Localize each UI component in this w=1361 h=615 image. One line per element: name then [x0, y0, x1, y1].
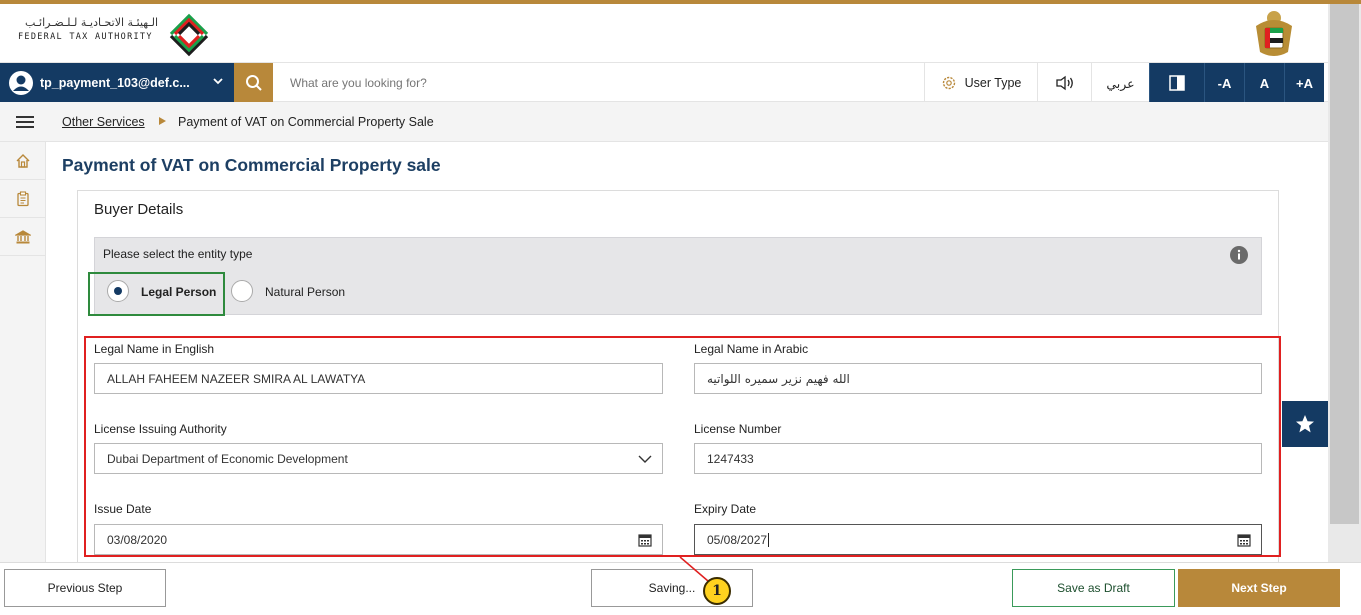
expiry-date-label: Expiry Date	[694, 502, 757, 516]
legal-name-en-label: Legal Name in English	[94, 342, 215, 356]
legal-name-ar-field[interactable]: الله فهيم نزير سميره اللواتيه	[694, 363, 1262, 394]
font-decrease-button[interactable]: -A	[1204, 63, 1244, 103]
user-avatar-icon	[9, 71, 33, 95]
entity-type-box	[94, 237, 1262, 315]
chevron-down-icon	[638, 455, 652, 463]
language-toggle[interactable]: عربي	[1091, 63, 1149, 103]
star-icon	[1296, 415, 1314, 433]
contrast-icon	[1169, 75, 1185, 91]
legal-person-radio[interactable]	[107, 280, 129, 302]
home-icon	[16, 153, 30, 168]
expiry-date-value: 05/08/2027	[707, 532, 768, 547]
license-authority-label: License Issuing Authority	[94, 422, 227, 436]
search-icon	[245, 75, 262, 91]
breadcrumb: Other Services Payment of VAT on Commerc…	[0, 102, 1328, 142]
user-name: tp_payment_103@def.c...	[40, 76, 190, 90]
callout-number-badge: 1	[703, 577, 731, 605]
previous-step-button[interactable]: Previous Step	[4, 569, 166, 607]
chevron-down-icon[interactable]	[212, 75, 224, 87]
license-authority-select[interactable]: Dubai Department of Economic Development	[94, 443, 663, 474]
save-draft-button[interactable]: Save as Draft	[1012, 569, 1175, 607]
search-button[interactable]	[234, 63, 273, 103]
site-header: الـهيئـة الاتحـاديـة لـلـضـرائـب FEDERAL…	[0, 4, 1328, 62]
logo-arabic-text: الـهيئـة الاتحـاديـة لـلـضـرائـب	[24, 16, 158, 29]
legal-name-ar-label: Legal Name in Arabic	[694, 342, 809, 356]
font-increase-button[interactable]: +A	[1284, 63, 1324, 103]
user-menu[interactable]: tp_payment_103@def.c...	[0, 63, 234, 103]
natural-person-radio[interactable]	[231, 280, 253, 302]
page-scrollbar-thumb[interactable]	[1330, 4, 1359, 524]
user-type-label: User Type	[964, 76, 1022, 90]
gear-icon	[942, 76, 955, 90]
fta-logo-text[interactable]: الـهيئـة الاتحـاديـة لـلـضـرائـب FEDERAL…	[18, 16, 158, 42]
next-step-button[interactable]: Next Step	[1178, 569, 1340, 607]
entity-type-prompt: Please select the entity type	[103, 247, 253, 261]
search-input[interactable]	[280, 63, 920, 103]
logo-english-text: FEDERAL TAX AUTHORITY	[18, 32, 153, 42]
calendar-icon[interactable]	[1237, 533, 1251, 547]
natural-person-label[interactable]: Natural Person	[265, 285, 345, 299]
issue-date-label: Issue Date	[94, 502, 152, 516]
clipboard-icon	[17, 190, 29, 206]
text-caret	[768, 532, 770, 547]
calendar-icon[interactable]	[638, 533, 652, 547]
breadcrumb-current: Payment of VAT on Commercial Property Sa…	[178, 115, 434, 129]
side-clipboard-button[interactable]	[0, 180, 46, 218]
font-reset-button[interactable]: A	[1244, 63, 1284, 103]
bank-icon	[15, 229, 31, 243]
side-bank-button[interactable]	[0, 218, 46, 256]
side-rail	[0, 142, 46, 562]
top-navbar: tp_payment_103@def.c... User Type عربي -…	[0, 62, 1328, 103]
legal-name-en-field[interactable]: ALLAH FAHEEM NAZEER SMIRA AL LAWATYA	[94, 363, 663, 394]
legal-person-label[interactable]: Legal Person	[141, 285, 216, 299]
speaker-icon	[1055, 75, 1073, 91]
page-title: Payment of VAT on Commercial Property sa…	[62, 155, 441, 175]
issue-date-field[interactable]: 03/08/2020	[94, 524, 663, 555]
license-number-label: License Number	[694, 422, 782, 436]
audio-button[interactable]	[1037, 63, 1091, 103]
section-title: Buyer Details	[94, 201, 184, 218]
license-authority-value: Dubai Department of Economic Development	[107, 451, 348, 466]
info-icon[interactable]	[1230, 246, 1248, 264]
breadcrumb-arrow-icon	[159, 117, 166, 125]
license-number-field[interactable]: 1247433	[694, 443, 1262, 474]
breadcrumb-other-services[interactable]: Other Services	[62, 115, 145, 129]
side-home-button[interactable]	[0, 142, 46, 180]
user-type-button[interactable]: User Type	[924, 63, 1037, 103]
expiry-date-field[interactable]: 05/08/2027	[694, 524, 1262, 555]
issue-date-value: 03/08/2020	[107, 532, 168, 547]
uae-emblem-icon	[1256, 11, 1292, 56]
hamburger-menu-icon[interactable]	[16, 115, 34, 129]
fta-logo-mark-icon[interactable]	[165, 10, 213, 58]
radio-selected-dot	[114, 287, 122, 295]
contrast-button[interactable]	[1149, 63, 1204, 103]
favorites-button[interactable]	[1282, 401, 1328, 447]
